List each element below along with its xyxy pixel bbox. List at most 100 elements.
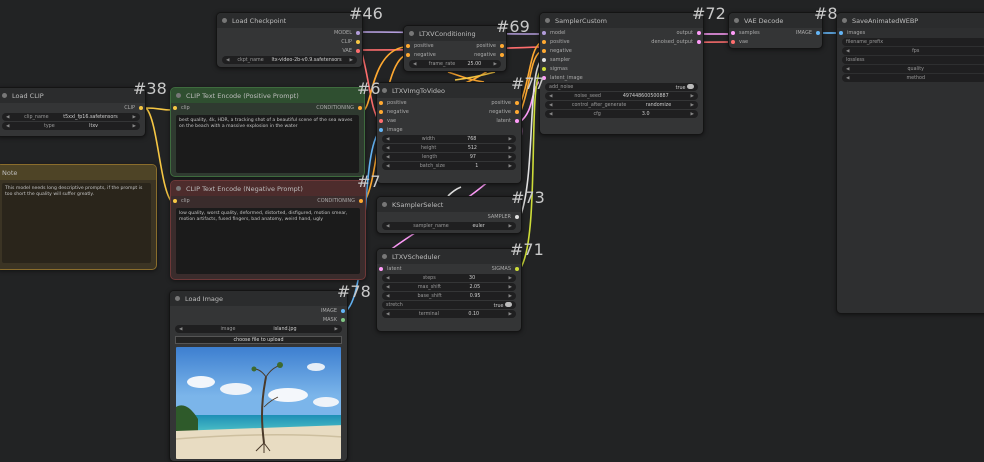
arrow-right-icon[interactable]: ▶ [509,285,512,290]
arrow-right-icon[interactable]: ▶ [509,164,512,169]
upload-button[interactable]: choose file to upload [175,336,342,344]
arrow-right-icon[interactable]: ▶ [509,137,512,142]
output-mask[interactable]: MASK [170,315,347,324]
arrow-right-icon[interactable]: ▶ [691,94,694,99]
node-header[interactable]: LTXVScheduler [377,249,521,264]
socket-icon[interactable] [515,119,519,123]
node-header[interactable]: LTXVImgToVideo [377,83,521,98]
port-row[interactable]: latent SIGMAS [377,264,521,273]
output-sampler[interactable]: SAMPLER [377,212,521,221]
frame-rate-input[interactable]: ◀ frame_rate 25.00 ▶ [409,60,501,68]
collapse-dot-icon[interactable] [842,18,847,23]
node-ltxv-img-to-video[interactable]: LTXVImgToVideo positive positive negative… [376,82,522,184]
socket-icon[interactable] [697,40,701,44]
collapse-dot-icon[interactable] [545,18,550,23]
collapse-dot-icon[interactable] [176,186,181,191]
arrow-right-icon[interactable]: ▶ [509,312,512,317]
socket-icon[interactable] [356,49,360,53]
node-header[interactable]: SamplerCustom [540,13,703,28]
socket-icon[interactable] [379,267,383,271]
arrow-left-icon[interactable]: ◀ [386,276,389,281]
filename-prefix-input[interactable]: filename_prefix [842,38,984,46]
socket-icon[interactable] [500,44,504,48]
socket-icon[interactable] [839,31,843,35]
node-header[interactable]: Note [0,165,156,180]
node-clip-text-encode-negative[interactable]: CLIP Text Encode (Negative Prompt) clip C… [170,180,366,280]
socket-icon[interactable] [816,31,820,35]
arrow-left-icon[interactable]: ◀ [549,103,552,108]
toggle-icon[interactable] [505,301,512,307]
socket-icon[interactable] [356,40,360,44]
collapse-dot-icon[interactable] [382,88,387,93]
collapse-dot-icon[interactable] [409,31,414,36]
height-input[interactable]: ◀ height 512 ▶ [382,144,516,152]
port-row[interactable]: positive positive [377,98,521,107]
socket-icon[interactable] [697,31,701,35]
node-clip-text-encode-positive[interactable]: CLIP Text Encode (Positive Prompt) clip C… [170,87,365,177]
arrow-left-icon[interactable]: ◀ [386,312,389,317]
arrow-right-icon[interactable]: ▶ [494,62,497,67]
arrow-left-icon[interactable]: ◀ [549,112,552,117]
output-clip[interactable]: CLIP [0,103,145,112]
arrow-left-icon[interactable]: ◀ [6,124,9,129]
socket-icon[interactable] [139,106,143,110]
arrow-left-icon[interactable]: ◀ [6,115,9,120]
arrow-left-icon[interactable]: ◀ [846,49,849,54]
node-header[interactable]: Load Checkpoint [217,13,362,28]
arrow-right-icon[interactable]: ▶ [691,103,694,108]
output-model[interactable]: MODEL [217,28,362,37]
arrow-right-icon[interactable]: ▶ [133,115,136,120]
arrow-right-icon[interactable]: ▶ [133,124,136,129]
socket-icon[interactable] [542,40,546,44]
socket-icon[interactable] [542,58,546,62]
node-save-animated-webp[interactable]: SaveAnimatedWEBP images filename_prefix … [836,12,984,314]
socket-icon[interactable] [379,128,383,132]
socket-icon[interactable] [359,199,363,203]
clip-type-select[interactable]: ◀ type ltxv ▶ [2,122,140,130]
arrow-left-icon[interactable]: ◀ [413,62,416,67]
output-image[interactable]: IMAGE [170,306,347,315]
node-vae-decode[interactable]: VAE Decode samples IMAGE vae [728,12,823,49]
node-header[interactable]: CLIP Text Encode (Negative Prompt) [171,181,365,196]
port-row[interactable]: clip CONDITIONING [171,103,364,112]
arrow-left-icon[interactable]: ◀ [386,164,389,169]
negative-prompt-textarea[interactable]: low quality, worst quality, deformed, di… [176,208,360,274]
port-row[interactable]: positive denoised_output [540,37,703,46]
port-row[interactable]: latent_image [540,73,703,82]
port-row[interactable]: negative negative [377,107,521,116]
terminal-input[interactable]: ◀ terminal 0.10 ▶ [382,310,516,318]
arrow-right-icon[interactable]: ▶ [335,327,338,332]
socket-icon[interactable] [542,67,546,71]
arrow-left-icon[interactable]: ◀ [386,294,389,299]
socket-icon[interactable] [173,106,177,110]
length-input[interactable]: ◀ length 97 ▶ [382,153,516,161]
output-clip[interactable]: CLIP [217,37,362,46]
note-textarea[interactable]: This model needs long descriptive prompt… [2,183,151,263]
socket-icon[interactable] [356,31,360,35]
arrow-right-icon[interactable]: ▶ [509,224,512,229]
collapse-dot-icon[interactable] [2,93,7,98]
socket-icon[interactable] [406,44,410,48]
collapse-dot-icon[interactable] [382,254,387,259]
steps-input[interactable]: ◀ steps 30 ▶ [382,274,516,282]
node-header[interactable]: KSamplerSelect [377,197,521,212]
port-row[interactable]: sigmas [540,64,703,73]
port-row[interactable]: images [837,28,984,37]
node-header[interactable]: LTXVConditioning [404,26,506,41]
arrow-right-icon[interactable]: ▶ [350,58,353,63]
port-row[interactable]: sampler [540,55,703,64]
fps-input[interactable]: ◀ fps [842,47,984,55]
collapse-dot-icon[interactable] [382,202,387,207]
socket-icon[interactable] [358,106,362,110]
arrow-left-icon[interactable]: ◀ [226,58,229,63]
collapse-dot-icon[interactable] [222,18,227,23]
arrow-left-icon[interactable]: ◀ [386,137,389,142]
node-load-checkpoint[interactable]: Load Checkpoint MODEL CLIP VAE ◀ ckpt_nam… [216,12,363,68]
add-noise-toggle[interactable]: add_noise true [545,83,698,91]
node-ksampler-select[interactable]: KSamplerSelect SAMPLER ◀ sampler_name eule… [376,196,522,234]
socket-icon[interactable] [341,309,345,313]
base-shift-input[interactable]: ◀ base_shift 0.95 ▶ [382,292,516,300]
max-shift-input[interactable]: ◀ max_shift 2.05 ▶ [382,283,516,291]
port-row[interactable]: model output [540,28,703,37]
collapse-dot-icon[interactable] [176,93,181,98]
